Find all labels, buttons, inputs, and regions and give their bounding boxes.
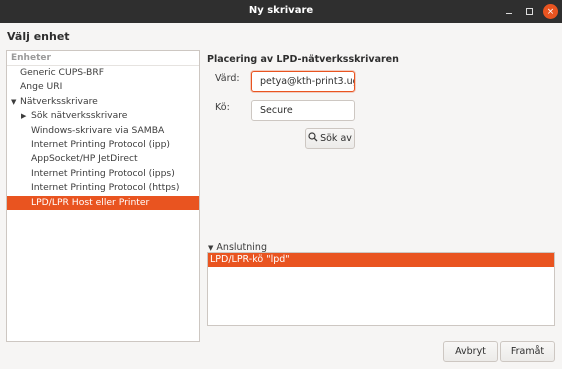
title-bar: Ny skrivare ×: [0, 0, 562, 23]
page-title: Välj enhet: [7, 30, 70, 43]
panel-title: Placering av LPD-nätverksskrivaren: [207, 54, 399, 65]
window-title: Ny skrivare: [248, 5, 314, 16]
expand-right-icon[interactable]: ▶: [21, 109, 26, 123]
device-item-network-printer[interactable]: ▼ Nätverksskrivare: [7, 95, 199, 109]
host-input[interactable]: petya@kth-print3.ug: [251, 71, 355, 92]
connection-item-lpd[interactable]: LPD/LPR-kö "lpd": [208, 253, 554, 267]
search-icon: [308, 132, 318, 145]
device-item-samba[interactable]: Windows-skrivare via SAMBA: [7, 124, 199, 138]
close-icon: ×: [546, 6, 555, 17]
expand-down-icon[interactable]: ▼: [11, 95, 16, 109]
minimize-icon: [505, 12, 512, 15]
device-list[interactable]: Enheter Generic CUPS-BRF Ange URI ▼ Nätv…: [6, 50, 200, 342]
maximize-icon: [526, 8, 533, 15]
device-item-ipp[interactable]: Internet Printing Protocol (ipp): [7, 138, 199, 152]
queue-label: Kö:: [215, 102, 230, 113]
device-item-generic-cups-brf[interactable]: Generic CUPS-BRF: [7, 66, 199, 80]
queue-input[interactable]: Secure: [251, 100, 355, 121]
device-item-enter-uri[interactable]: Ange URI: [7, 80, 199, 94]
connection-list[interactable]: LPD/LPR-kö "lpd": [207, 252, 555, 326]
minimize-button[interactable]: [501, 4, 516, 19]
expand-down-icon: ▼: [208, 244, 214, 252]
host-label: Värd:: [215, 73, 240, 84]
close-button[interactable]: ×: [543, 4, 558, 19]
device-item-lpd-lpr[interactable]: LPD/LPR Host eller Printer: [7, 195, 199, 210]
device-item-ipps[interactable]: Internet Printing Protocol (ipps): [7, 167, 199, 181]
forward-button[interactable]: Framåt: [500, 341, 555, 362]
maximize-button[interactable]: [522, 4, 537, 19]
device-item-https[interactable]: Internet Printing Protocol (https): [7, 181, 199, 195]
cancel-button[interactable]: Avbryt: [443, 341, 498, 362]
device-list-header[interactable]: Enheter: [7, 51, 199, 66]
device-item-appsocket[interactable]: AppSocket/HP JetDirect: [7, 152, 199, 166]
device-item-find-network-printer[interactable]: ▶ Sök nätverksskrivare: [7, 109, 199, 123]
probe-button[interactable]: Sök av: [305, 128, 355, 149]
